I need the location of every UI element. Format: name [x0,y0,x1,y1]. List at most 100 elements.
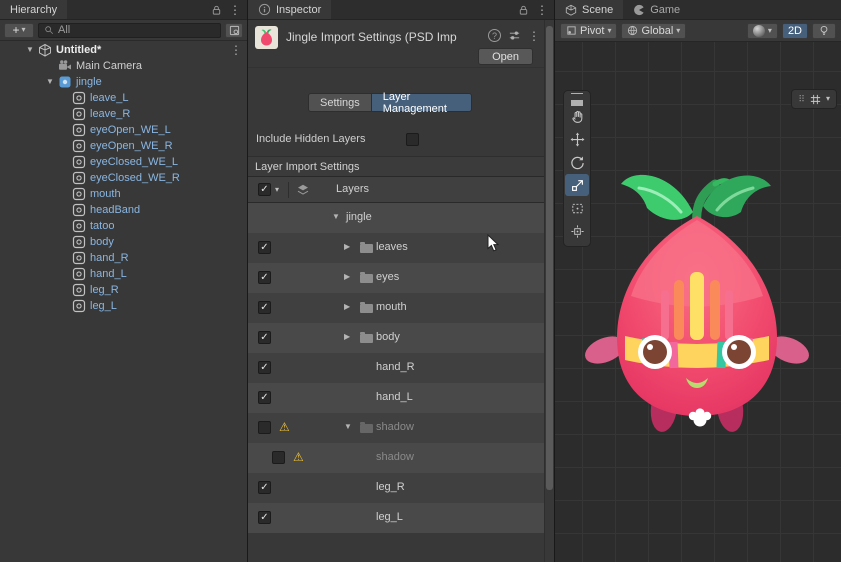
layer-checkbox[interactable] [258,391,271,404]
layer-checkbox[interactable] [258,271,271,284]
layer-checkbox[interactable] [258,511,271,524]
layer-name-label: body [376,331,400,343]
layer-checkbox[interactable] [258,241,271,254]
hierarchy-item[interactable]: hand_R [0,250,247,266]
game-view-icon [634,4,644,15]
hierarchy-item[interactable]: leave_L [0,90,247,106]
scene-lighting-button[interactable] [812,22,836,39]
layer-row[interactable]: shadow [248,413,544,443]
sprite-icon [72,251,86,265]
hierarchy-item[interactable]: Untitled* [0,42,247,58]
camera-icon [58,59,72,73]
hierarchy-menu-icon[interactable] [229,4,241,16]
layer-name-label: leg_R [376,481,405,493]
layer-row[interactable]: hand_R [248,353,544,383]
include-hidden-layers-checkbox[interactable] [406,133,419,146]
layer-checkbox[interactable] [258,481,271,494]
inspector-panel: Inspector Jingle Import Settings (PSD Im… [248,0,555,562]
hierarchy-item[interactable]: eyeOpen_WE_R [0,138,247,154]
scene-panel: Scene Game Pivot Global [555,0,841,562]
sprite-icon [72,187,86,201]
mouse-cursor [487,234,500,253]
foldout-icon[interactable] [26,46,38,54]
add-object-button[interactable] [4,22,34,38]
foldout-icon[interactable] [46,78,58,86]
toggle-2d-button[interactable]: 2D [781,22,808,39]
move-tool[interactable] [565,128,589,150]
view-hand-tool[interactable] [565,105,589,127]
foldout-icon[interactable] [344,303,356,311]
scene-view-icon [565,4,577,16]
layer-row[interactable]: hand_L [248,383,544,413]
global-dropdown[interactable]: Global [621,22,687,39]
layer-checkbox[interactable] [272,451,285,464]
foldout-icon[interactable] [344,423,356,431]
hierarchy-search-input[interactable]: All [38,22,221,38]
hierarchy-panel: Hierarchy All [0,0,248,562]
lock-icon[interactable] [211,4,222,16]
hierarchy-item[interactable]: headBand [0,202,247,218]
hierarchy-item[interactable]: leg_L [0,298,247,314]
tab-scene[interactable]: Scene [555,0,624,19]
foldout-icon[interactable] [344,243,356,251]
help-icon[interactable] [488,29,501,42]
foldout-icon[interactable] [344,333,356,341]
folder-icon [360,272,373,283]
layer-row[interactable]: jingle [248,203,544,233]
jingle-character[interactable] [577,154,817,454]
layer-checkbox[interactable] [258,421,271,434]
shading-mode-dropdown[interactable] [746,22,778,39]
all-layers-checkbox[interactable] [258,183,271,196]
scene-viewport[interactable]: ⠿ [555,42,841,562]
hierarchy-item[interactable]: jingle [0,74,247,90]
layer-row[interactable]: eyes [248,263,544,293]
open-button[interactable]: Open [478,48,533,65]
foldout-icon[interactable] [344,273,356,281]
layer-row[interactable]: leg_R [248,473,544,503]
layer-row[interactable]: shadow [248,443,544,473]
pivot-dropdown[interactable]: Pivot [560,22,618,39]
warning-icon [293,450,304,464]
hierarchy-item-label: leave_L [90,92,129,104]
scene-menu-icon[interactable] [230,44,242,56]
layer-checkbox[interactable] [258,331,271,344]
hierarchy-toolbar: All [0,20,247,41]
hierarchy-item[interactable]: tatoo [0,218,247,234]
layer-row[interactable]: body [248,323,544,353]
tab-layer-management[interactable]: Layer Management [371,91,472,115]
search-filter-button[interactable] [225,22,243,38]
search-icon [45,26,54,35]
tab-inspector[interactable]: Inspector [248,0,332,19]
hierarchy-item[interactable]: leave_R [0,106,247,122]
layer-name-label: leaves [376,241,408,253]
hierarchy-item[interactable]: leg_R [0,282,247,298]
tab-settings[interactable]: Settings [308,93,372,112]
chevron-down-icon[interactable] [275,186,279,194]
scrollbar-thumb[interactable] [546,26,553,490]
asset-menu-icon[interactable] [528,30,540,42]
hierarchy-item[interactable]: body [0,234,247,250]
grid-settings-overlay[interactable]: ⠿ [791,89,837,109]
globe-icon [628,25,638,36]
hierarchy-item[interactable]: eyeClosed_WE_L [0,154,247,170]
sprite-icon [72,283,86,297]
layer-checkbox[interactable] [258,361,271,374]
lock-icon[interactable] [518,4,529,16]
hierarchy-item[interactable]: Main Camera [0,58,247,74]
hierarchy-item[interactable]: mouth [0,186,247,202]
presets-icon[interactable] [508,29,521,42]
hierarchy-item[interactable]: hand_L [0,266,247,282]
hierarchy-item[interactable]: eyeOpen_WE_L [0,122,247,138]
layer-row[interactable]: mouth [248,293,544,323]
inspector-scrollbar[interactable] [544,20,554,562]
tab-hierarchy[interactable]: Hierarchy [0,0,68,19]
foldout-icon[interactable] [332,213,344,221]
inspector-menu-icon[interactable] [536,4,548,16]
folder-icon [360,422,373,433]
hierarchy-item[interactable]: eyeClosed_WE_R [0,170,247,186]
overlay-grip[interactable] [564,93,590,104]
layer-row[interactable]: leg_L [248,503,544,533]
layer-checkbox[interactable] [258,301,271,314]
tab-game[interactable]: Game [623,0,690,19]
hierarchy-item-label: eyeOpen_WE_L [90,124,171,136]
